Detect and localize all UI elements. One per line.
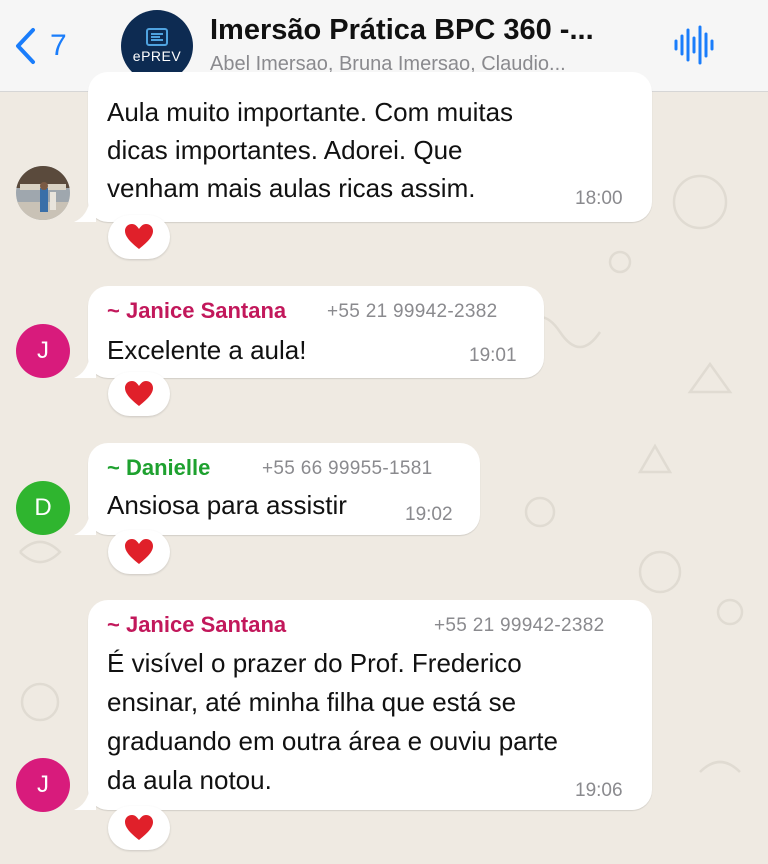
sender-name[interactable]: ~ Danielle (107, 455, 210, 481)
message-time: 19:02 (405, 504, 453, 525)
message-bubble[interactable]: ~ Janice Santana +55 21 99942-2382 É vis… (74, 600, 652, 810)
message-text-line: ensinar, até minha filha que está se (107, 687, 517, 717)
message-text-line: É visível o prazer do Prof. Frederico (107, 648, 522, 678)
message-text-line: Ansiosa para assistir (107, 490, 347, 520)
unread-count: 7 (50, 29, 67, 62)
bubble-tail (74, 786, 96, 810)
sender-name[interactable]: ~ Janice Santana (107, 612, 286, 638)
red-heart-icon (125, 815, 153, 840)
message-bubble[interactable]: ~ Danielle +55 66 99955-1581 Ansiosa par… (74, 443, 480, 535)
red-heart-icon (125, 539, 153, 564)
sender-photo-avatar[interactable] (16, 166, 70, 220)
sender-phone: +55 21 99942-2382 (327, 301, 498, 322)
profile-photo (16, 166, 70, 220)
message-bubble[interactable]: Aula muito importante. Com muitas dicas … (74, 72, 652, 222)
sender-phone: +55 66 99955-1581 (262, 458, 433, 479)
reaction-badge[interactable] (108, 215, 170, 259)
bubble-tail (74, 511, 96, 535)
reaction-badge[interactable] (108, 806, 170, 850)
message-text-line: graduando em outra área e ouviu parte (107, 726, 558, 756)
message-text-line: Excelente a aula! (107, 335, 307, 365)
message-time: 18:00 (575, 188, 623, 209)
sender-name[interactable]: ~ Janice Santana (107, 298, 286, 324)
message-text-line: venham mais aulas ricas assim. (107, 173, 476, 203)
message-time: 19:01 (469, 345, 517, 366)
reaction-badge[interactable] (108, 372, 170, 416)
sender-phone: +55 21 99942-2382 (434, 615, 605, 636)
audio-waveform-icon[interactable] (672, 25, 714, 65)
message-bubble[interactable]: ~ Janice Santana +55 21 99942-2382 Excel… (74, 286, 544, 378)
message-time: 19:06 (575, 780, 623, 801)
reaction-badge[interactable] (108, 530, 170, 574)
bubble-tail (74, 354, 96, 378)
group-avatar-label: ePREV (132, 48, 182, 64)
message-text-line: dicas importantes. Adorei. Que (107, 135, 463, 165)
red-heart-icon (125, 224, 153, 249)
chat-title[interactable]: Imersão Prática BPC 360 -... (210, 14, 650, 47)
sender-avatar[interactable]: D (16, 481, 70, 535)
chevron-left-icon (16, 28, 35, 64)
back-button[interactable]: 7 (14, 22, 67, 70)
eprev-logo-icon (146, 28, 168, 46)
message-text-line: Aula muito importante. Com muitas (107, 97, 514, 127)
sender-avatar[interactable]: J (16, 324, 70, 378)
red-heart-icon (125, 381, 153, 406)
message-text-line: da aula notou. (107, 765, 272, 795)
bubble-tail (74, 198, 96, 222)
sender-avatar[interactable]: J (16, 758, 70, 812)
